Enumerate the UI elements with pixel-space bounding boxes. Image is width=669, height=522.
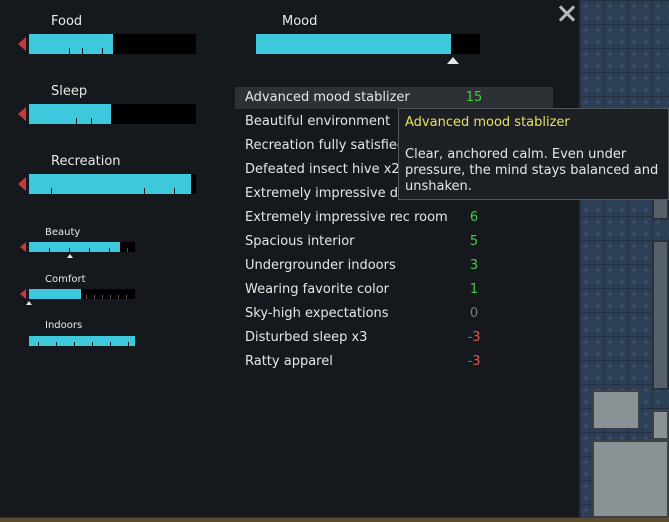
thought-value: 3 (469, 258, 479, 273)
need-bar-tick (91, 118, 92, 124)
need-bar-tick (109, 248, 110, 252)
need-bar-fill (29, 289, 81, 299)
need-warning-arrow-icon (18, 37, 26, 51)
need-bar-fill (29, 336, 135, 346)
mood-bar[interactable] (256, 34, 480, 54)
need-bar-tick (69, 48, 70, 54)
need-bar-sleep[interactable] (29, 104, 196, 124)
need-bar-tick (56, 342, 57, 346)
thought-value: 1 (469, 282, 479, 297)
need-bar-tick (51, 188, 52, 194)
thought-row[interactable]: Advanced mood stablizer 15 (235, 87, 553, 109)
need-bar-tick (82, 48, 83, 54)
thought-row[interactable]: Ratty apparel -3 (235, 351, 553, 373)
world-view (580, 0, 669, 522)
need-bar-tick (76, 118, 77, 124)
need-label-sleep: Sleep (51, 84, 88, 99)
need-bar-recreation[interactable] (29, 174, 196, 194)
thought-label: Sky-high expectations (245, 306, 389, 321)
need-bar-fill (29, 34, 113, 54)
need-bar-tick (110, 295, 111, 299)
mood-label: Mood (282, 14, 318, 29)
need-bar-tick (89, 248, 90, 252)
need-bar-tick (110, 342, 111, 346)
thought-row[interactable]: Spacious interior 5 (235, 231, 553, 253)
mood-threshold-marker (447, 57, 460, 64)
thought-value: 15 (465, 90, 483, 105)
tooltip-body: Clear, anchored calm. Even under pressur… (405, 147, 659, 194)
thought-label: Wearing favorite color (245, 282, 390, 297)
need-bar-comfort[interactable] (29, 289, 135, 299)
thought-label: Undergrounder indoors (245, 258, 396, 273)
need-bar-beauty[interactable] (29, 242, 135, 252)
thought-label: Defeated insect hive x2 (245, 162, 400, 177)
thought-label: Disturbed sleep x3 (245, 330, 368, 345)
need-warning-arrow-icon (18, 177, 26, 191)
close-icon[interactable] (556, 3, 578, 25)
need-label-beauty: Beauty (45, 227, 81, 238)
need-label-food: Food (51, 14, 83, 29)
need-label-indoors: Indoors (45, 320, 83, 331)
bottom-bar-edge (0, 518, 669, 522)
tooltip-title: Advanced mood stablizer (405, 115, 570, 130)
need-bar-tick (69, 248, 70, 252)
thought-value: 6 (469, 210, 479, 225)
thought-value: -3 (467, 354, 481, 369)
thought-row[interactable]: Wearing favorite color 1 (235, 279, 553, 301)
machine (592, 390, 640, 430)
thought-label: Spacious interior (245, 234, 355, 249)
thought-value: 0 (469, 306, 479, 321)
thought-label: Ratty apparel (245, 354, 333, 369)
thought-label: Extremely impressive rec room (245, 210, 448, 225)
machine (592, 440, 669, 518)
need-bar-tick (86, 295, 87, 299)
need-bar-tick (126, 295, 127, 299)
need-bar-tick (92, 342, 93, 346)
need-bar-tick (49, 248, 50, 252)
need-bar-tick (174, 188, 175, 194)
thought-row[interactable]: Disturbed sleep x3 -3 (235, 327, 553, 349)
need-label-comfort: Comfort (45, 274, 86, 285)
need-bar-tick (74, 342, 75, 346)
need-bar-tick (102, 295, 103, 299)
need-bar-fill (29, 242, 121, 252)
need-label-recreation: Recreation (51, 154, 121, 169)
thought-label: Recreation fully satisfied (245, 138, 406, 153)
need-threshold-marker (26, 301, 32, 305)
thought-label: Beautiful environment (245, 114, 391, 129)
needs-panel: Food Sleep Recreation Beauty Comfort Indoors … (0, 0, 669, 518)
need-bar-fill (29, 174, 191, 194)
need-bar-tick (118, 295, 119, 299)
need-warning-arrow-icon (20, 289, 26, 299)
need-bar-tick (38, 342, 39, 346)
mood-bar-fill (256, 34, 451, 54)
need-bar-tick (144, 188, 145, 194)
need-warning-arrow-icon (20, 242, 26, 252)
need-warning-arrow-icon (18, 107, 26, 121)
need-bar-indoors[interactable] (29, 336, 135, 346)
need-bar-tick (128, 342, 129, 346)
wall-segment (652, 240, 669, 390)
thought-row[interactable]: Undergrounder indoors 3 (235, 255, 553, 277)
machine (652, 410, 669, 440)
thought-row[interactable]: Extremely impressive rec room 6 (235, 207, 553, 229)
need-bar-tick (127, 248, 128, 252)
thought-label: Advanced mood stablizer (245, 90, 410, 105)
need-bar-fill (29, 104, 111, 124)
thought-row[interactable]: Sky-high expectations 0 (235, 303, 553, 325)
thought-tooltip: Advanced mood stablizer Clear, anchored … (398, 108, 669, 200)
need-bar-tick (102, 48, 103, 54)
thought-value: -3 (467, 330, 481, 345)
need-threshold-marker (67, 254, 73, 258)
need-bar-food[interactable] (29, 34, 196, 54)
thought-value: 5 (469, 234, 479, 249)
need-bar-tick (94, 295, 95, 299)
